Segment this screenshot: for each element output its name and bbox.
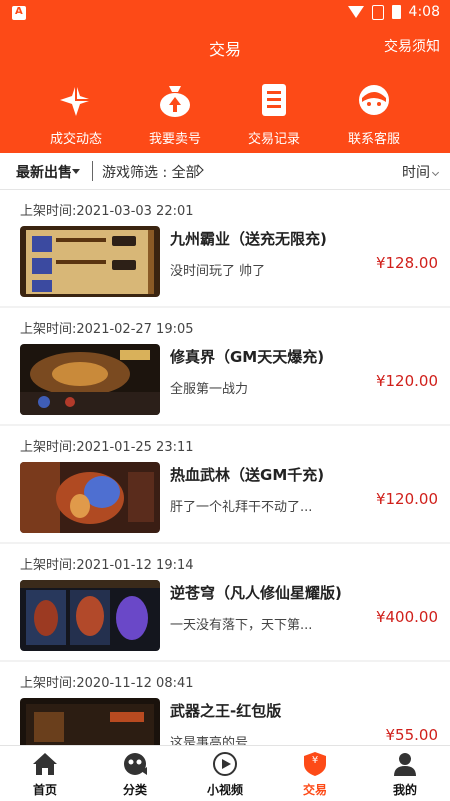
no-sim-icon [371,4,384,20]
trade-shield-icon: ¥ [302,751,328,777]
quick-action-label: 联系客服 [347,132,400,147]
listing-price: ¥120.00 [375,372,438,390]
trade-header: 交易 交易须知 成交动态 我要卖号 交易记录 联系客服 [0,26,450,153]
game-thumbnail [20,698,160,745]
listing-card[interactable]: 上架时间:2021-01-25 23:11 热血武林（送GM千充) 肝了一个礼拜… [0,426,450,542]
video-play-icon [212,751,238,777]
tab-home[interactable]: 首页 [0,746,90,801]
listing-time: 上架时间:2021-02-27 19:05 [20,322,194,337]
home-icon [32,751,58,777]
listing-card[interactable]: 上架时间:2021-01-12 19:14 逆苍穹（凡人修仙星耀版) 一天没有落… [0,544,450,660]
tab-label: 我的 [392,783,417,797]
listing-game-name: 九州霸业（送充无限充) [170,230,327,248]
listing-price: ¥128.00 [375,254,438,272]
page-title: 交易 [208,40,241,59]
listing-description: 全服第一战力 [170,382,249,397]
wifi-icon [347,6,364,18]
tab-category[interactable]: 分类 [90,746,180,801]
listing-description: 没时间玩了 帅了 [170,264,266,279]
tab-mine[interactable]: 我的 [360,746,450,801]
listing-game-name: 武器之王-红包版 [170,702,282,720]
status-time: 4:08 [408,4,440,20]
listing-description: 这是事高的号 [170,736,249,745]
filter-divider [92,161,93,181]
listing-game-name: 修真界（GM天天爆充) [170,348,325,366]
dropdown-caret-icon [72,169,80,174]
listing-price: ¥120.00 [375,490,438,508]
tab-label: 小视频 [206,783,243,797]
user-icon [392,751,418,777]
listing-time: 上架时间:2021-01-12 19:14 [20,558,194,573]
listing-time: 上架时间:2020-11-12 08:41 [20,676,194,691]
tab-label: 首页 [32,783,57,797]
listing-game-name: 热血武林（送GM千充) [170,466,325,484]
tab-trade[interactable]: ¥ 交易 [270,746,360,801]
listing-time: 上架时间:2021-03-03 22:01 [20,204,194,219]
category-icon [122,751,148,777]
tab-label: 分类 [122,783,147,797]
latest-sale-dropdown[interactable]: 最新出售 [16,162,72,182]
game-filter[interactable]: 游戏筛选 : 全部 [102,162,200,182]
listing-card[interactable]: 上架时间:2021-02-27 19:05 修真界（GM天天爆充) 全服第一战力… [0,308,450,424]
listing-price: ¥400.00 [375,608,438,626]
quick-action-service[interactable]: 联系客服 [334,82,414,147]
quick-action-records[interactable]: 交易记录 [234,82,314,147]
listing-time: 上架时间:2021-01-25 23:11 [20,440,194,455]
filter-bar: 最新出售 游戏筛选 : 全部 时间 [0,153,450,190]
quick-action-label: 我要卖号 [148,132,201,147]
listing-description: 一天没有落下，天下第... [170,618,313,633]
trade-currency-badge: ¥ [311,755,319,766]
listing-price: ¥55.00 [385,726,439,744]
game-thumbnail [20,462,160,533]
tab-label: 交易 [302,783,327,797]
listing-card[interactable]: 上架时间:2021-03-03 22:01 九州霸业（送充无限充) 没时间玩了 … [0,190,450,306]
record-list-icon [256,82,292,118]
bottom-tab-bar: 首页 分类 小视频 ¥ 交易 我的 [0,745,450,801]
game-thumbnail [20,344,160,415]
game-thumbnail [20,580,160,651]
trade-notice-link[interactable]: 交易须知 [384,36,440,56]
app-notification-icon [12,6,26,20]
quick-action-sell[interactable]: 我要卖号 [135,82,215,147]
quick-action-label: 成交动态 [49,132,102,147]
status-bar: 4:08 [0,0,450,26]
listing-game-name: 逆苍穹（凡人修仙星耀版) [170,584,342,602]
quick-action-label: 交易记录 [247,132,300,147]
listing-list: 上架时间:2021-03-03 22:01 九州霸业（送充无限充) 没时间玩了 … [0,190,450,745]
sort-by-time[interactable]: 时间 [402,162,430,182]
tab-video[interactable]: 小视频 [180,746,270,801]
money-bag-icon [157,82,193,118]
listing-description: 肝了一个礼拜干不动了... [170,500,313,515]
sort-caret-icon [431,168,440,177]
quick-action-deals[interactable]: 成交动态 [36,82,116,147]
four-point-star-icon [58,82,94,118]
listing-card[interactable]: 上架时间:2020-11-12 08:41 武器之王-红包版 这是事高的号 ¥5… [0,662,450,745]
battery-icon [391,5,401,19]
game-thumbnail [20,226,160,297]
customer-service-icon [356,82,392,118]
